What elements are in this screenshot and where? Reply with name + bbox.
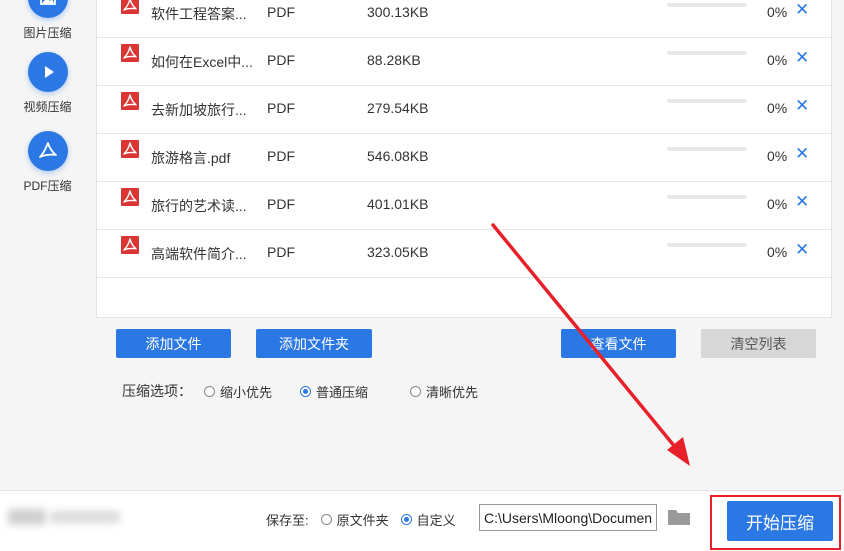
radio-original-folder[interactable]: 原文件夹 xyxy=(320,510,389,529)
save-location: 保存至: 原文件夹 自定义 xyxy=(266,510,456,529)
progress-percent: 0% xyxy=(767,196,788,212)
file-type: PDF xyxy=(267,148,295,164)
file-type: PDF xyxy=(267,52,295,68)
add-file-button[interactable]: 添加文件 xyxy=(116,329,231,358)
pdf-file-icon xyxy=(121,140,139,161)
play-icon xyxy=(27,52,68,92)
radio-button[interactable] xyxy=(410,385,422,397)
file-row: 旅游格言.pdf PDF 546.08KB 0% ✕ xyxy=(97,134,831,182)
close-icon[interactable]: ✕ xyxy=(795,0,809,20)
clear-list-button[interactable]: 清空列表 xyxy=(701,329,816,358)
progress-percent: 0% xyxy=(767,4,788,20)
sidebar-item-label: 视频压缩 xyxy=(23,100,72,114)
radio-clarity-first[interactable]: 清晰优先 xyxy=(410,382,478,401)
radio-button[interactable] xyxy=(320,514,332,525)
progress-percent: 0% xyxy=(767,148,788,164)
blurred-region xyxy=(8,509,46,525)
progress-percent: 0% xyxy=(767,52,788,68)
file-name: 旅游格言.pdf xyxy=(151,150,231,166)
radio-button-selected[interactable] xyxy=(400,514,412,525)
close-icon[interactable]: ✕ xyxy=(795,240,809,260)
compress-options-label: 压缩选项： xyxy=(122,383,192,399)
file-type: PDF xyxy=(267,4,295,20)
progress-bar xyxy=(667,99,747,103)
file-name: 旅行的艺术读... xyxy=(151,198,247,214)
close-icon[interactable]: ✕ xyxy=(795,192,809,212)
radio-label: 清晰优先 xyxy=(426,384,479,400)
image-compress-icon xyxy=(27,0,68,18)
file-size: 300.13KB xyxy=(367,4,429,20)
pdf-icon xyxy=(27,131,68,171)
radio-label: 缩小优先 xyxy=(220,384,273,400)
file-name: 如何在Excel中... xyxy=(151,54,253,70)
folder-icon[interactable] xyxy=(666,506,692,528)
sidebar-item-label: 图片压缩 xyxy=(23,26,72,40)
bottom-bar: 保存至: 原文件夹 自定义 开始压缩 xyxy=(0,490,844,551)
progress-percent: 0% xyxy=(767,100,788,116)
sidebar-item-pdf-compress[interactable]: PDF压缩 xyxy=(0,131,95,194)
file-size: 401.01KB xyxy=(367,196,429,212)
compress-options: 压缩选项： 缩小优先 普通压缩 清晰优先 xyxy=(122,381,478,401)
file-row: 旅行的艺术读... PDF 401.01KB 0% ✕ xyxy=(97,182,831,230)
pdf-file-icon xyxy=(121,236,139,257)
radio-label: 自定义 xyxy=(416,513,456,528)
file-name: 软件工程答案... xyxy=(151,6,247,22)
radio-button-selected[interactable] xyxy=(300,385,312,397)
file-size: 323.05KB xyxy=(367,244,429,260)
progress-bar xyxy=(667,147,747,151)
radio-label: 普通压缩 xyxy=(316,384,369,400)
view-files-button[interactable]: 查看文件 xyxy=(561,329,676,358)
close-icon[interactable]: ✕ xyxy=(795,96,809,116)
save-label: 保存至: xyxy=(266,513,309,528)
pdf-file-icon xyxy=(121,92,139,113)
file-row: 如何在Excel中... PDF 88.28KB 0% ✕ xyxy=(97,38,831,86)
file-type: PDF xyxy=(267,100,295,116)
sidebar-item-video-compress[interactable]: 视频压缩 xyxy=(0,52,95,115)
file-list: 软件工程答案... PDF 300.13KB 0% ✕ 如何在Excel中... PDF 88… xyxy=(96,0,832,318)
progress-bar xyxy=(667,195,747,199)
progress-bar xyxy=(667,51,747,55)
pdf-file-icon xyxy=(121,44,139,65)
close-icon[interactable]: ✕ xyxy=(795,144,809,164)
file-type: PDF xyxy=(267,244,295,260)
file-size: 279.54KB xyxy=(367,100,429,116)
file-name: 去新加坡旅行... xyxy=(151,102,247,118)
progress-percent: 0% xyxy=(767,244,788,260)
sidebar: 图片压缩 视频压缩 PDF压缩 xyxy=(0,0,95,490)
file-size: 88.28KB xyxy=(367,52,421,68)
pdf-file-icon xyxy=(121,188,139,209)
file-size: 546.08KB xyxy=(367,148,429,164)
start-compress-button[interactable]: 开始压缩 xyxy=(727,501,833,541)
file-row: 软件工程答案... PDF 300.13KB 0% ✕ xyxy=(97,0,831,38)
pdf-file-icon xyxy=(121,0,139,17)
file-type: PDF xyxy=(267,196,295,212)
save-path-input[interactable] xyxy=(479,504,657,531)
progress-bar xyxy=(667,3,747,7)
file-name: 高端软件简介... xyxy=(151,246,247,262)
progress-bar xyxy=(667,243,747,247)
add-folder-button[interactable]: 添加文件夹 xyxy=(256,329,372,358)
radio-label: 原文件夹 xyxy=(336,513,389,528)
radio-button[interactable] xyxy=(204,385,215,397)
radio-normal-compress[interactable]: 普通压缩 xyxy=(300,382,368,401)
radio-smaller-first[interactable]: 缩小优先 xyxy=(204,382,272,401)
radio-custom-folder[interactable]: 自定义 xyxy=(400,510,456,529)
file-row: 去新加坡旅行... PDF 279.54KB 0% ✕ xyxy=(97,86,831,134)
blurred-region xyxy=(50,511,120,523)
sidebar-item-label: PDF压缩 xyxy=(23,179,72,193)
file-row: 高端软件简介... PDF 323.05KB 0% ✕ xyxy=(97,230,831,278)
close-icon[interactable]: ✕ xyxy=(795,48,809,68)
sidebar-item-image-compress[interactable]: 图片压缩 xyxy=(0,0,95,41)
